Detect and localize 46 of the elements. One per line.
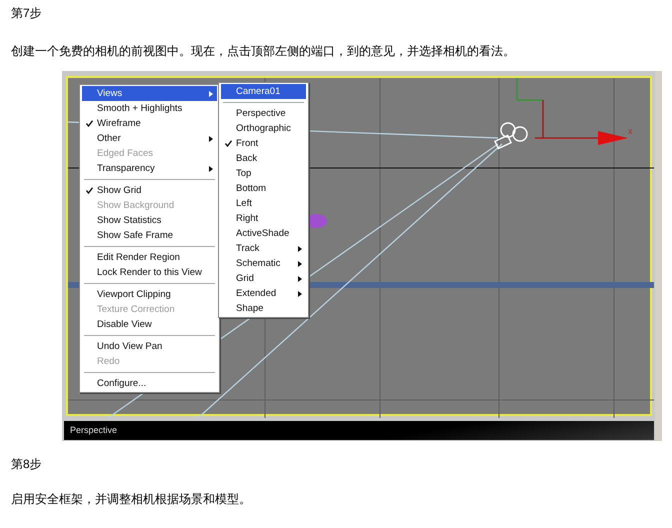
check-icon <box>86 120 93 127</box>
check-icon <box>86 187 93 194</box>
menu-item[interactable]: Orthographic <box>221 121 306 136</box>
menu-item[interactable]: ActiveShade <box>221 226 306 241</box>
menu-item[interactable]: Track <box>221 241 306 256</box>
submenu-arrow-icon <box>298 291 302 297</box>
menu-item[interactable]: Left <box>221 196 306 211</box>
check-icon <box>225 140 232 147</box>
menu-item[interactable]: Show Statistics <box>82 213 217 228</box>
submenu-arrow-icon <box>209 166 213 172</box>
menu-item[interactable]: Smooth + Highlights <box>82 101 217 116</box>
camera-drawing <box>494 122 528 150</box>
instruction-text: 创建一个免费的相机的前视图中。现在，点击顶部左侧的端口，到的意见，并选择相机的看法。 <box>11 44 516 58</box>
menu-item[interactable]: Extended <box>221 286 306 301</box>
menu-item[interactable]: Bottom <box>221 181 306 196</box>
menu-item[interactable]: Back <box>221 151 306 166</box>
menu-item[interactable]: Show Grid <box>82 183 217 198</box>
menu-item[interactable]: Wireframe <box>82 116 217 131</box>
menu-item[interactable]: Front <box>221 136 306 151</box>
menu-item[interactable]: Perspective <box>221 106 306 121</box>
menu-item[interactable]: Shape <box>221 301 306 316</box>
menu-item[interactable]: Show Safe Frame <box>82 228 217 243</box>
menu-item[interactable]: Right <box>221 211 306 226</box>
menu-item[interactable]: Grid <box>221 271 306 286</box>
menu-item[interactable]: Transparency <box>82 161 217 176</box>
menu-item[interactable]: Viewport Clipping <box>82 287 217 302</box>
menu-item[interactable]: Schematic <box>221 256 306 271</box>
menu-item[interactable]: Disable View <box>82 317 217 332</box>
axis-label: x <box>628 125 632 138</box>
viewport-name: Perspective <box>70 425 118 435</box>
menu-item[interactable]: Other <box>82 131 217 146</box>
step-heading: 第7步 <box>11 6 43 20</box>
menu-item[interactable]: Undo View Pan <box>82 339 217 354</box>
submenu-arrow-icon <box>298 246 302 252</box>
submenu-arrow-icon <box>298 261 302 267</box>
menu-item[interactable]: Edit Render Region <box>82 250 217 265</box>
submenu-arrow-icon <box>298 276 302 282</box>
menu-item[interactable]: Lock Render to this View <box>82 265 217 280</box>
submenu-arrow-icon <box>209 136 213 142</box>
menu-item[interactable]: Configure... <box>82 376 217 391</box>
instruction-text: 启用安全框架，并调整相机根据场景和模型。 <box>11 492 252 506</box>
submenu-arrow-icon <box>209 91 213 97</box>
menu-item[interactable]: Camera01 <box>221 84 306 99</box>
menu-item[interactable]: Views <box>82 86 217 101</box>
step-heading: 第8步 <box>11 457 43 471</box>
menu-item[interactable]: Top <box>221 166 306 181</box>
